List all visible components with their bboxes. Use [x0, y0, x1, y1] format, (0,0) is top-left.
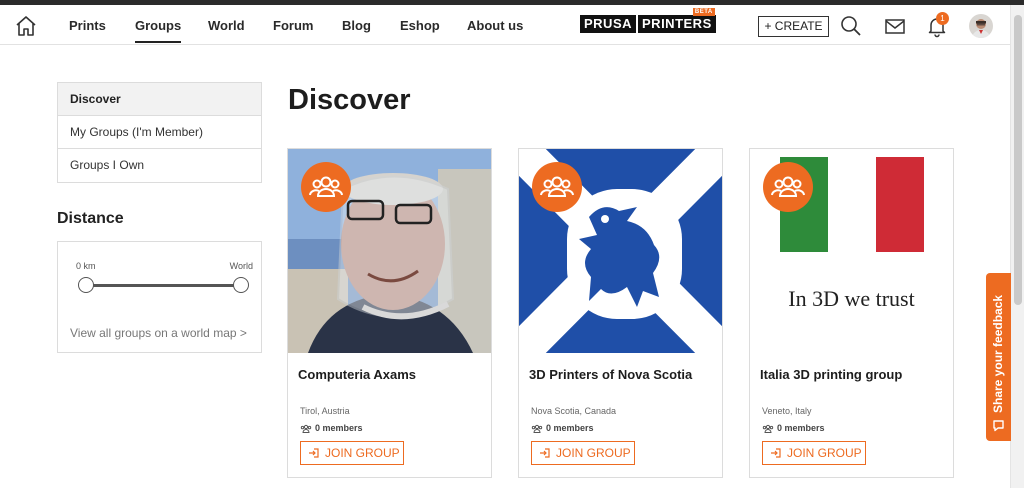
group-location: Nova Scotia, Canada: [531, 406, 617, 416]
distance-filter: 0 km World View all groups on a world ma…: [57, 241, 262, 353]
group-card[interactable]: 3D Printers of Nova Scotia Nova Scotia, …: [518, 148, 723, 478]
page-scrollbar[interactable]: [1010, 5, 1024, 488]
join-group-button[interactable]: JOIN GROUP: [762, 441, 866, 465]
join-group-button[interactable]: JOIN GROUP: [300, 441, 404, 465]
world-map-link[interactable]: View all groups on a world map >: [70, 326, 247, 340]
group-icon: [763, 162, 813, 212]
distance-heading: Distance: [57, 210, 124, 227]
feedback-icon: [993, 420, 1004, 432]
members-icon: [762, 424, 774, 433]
nav-eshop[interactable]: Eshop: [400, 18, 440, 33]
sidebar-item-groups-i-own[interactable]: Groups I Own: [58, 149, 261, 182]
distance-slider-min-handle[interactable]: [78, 277, 94, 293]
feedback-button[interactable]: Share your feedback: [986, 273, 1011, 441]
logo-part-2: PRINTERS BETA: [638, 8, 716, 33]
members-icon: [531, 424, 543, 433]
scrollbar-thumb[interactable]: [1014, 15, 1022, 305]
join-icon: [540, 448, 550, 458]
group-members: 0 members: [531, 423, 594, 433]
join-icon: [309, 448, 319, 458]
groups-side-menu: Discover My Groups (I'm Member) Groups I…: [57, 82, 262, 183]
distance-min-label: 0 km: [76, 261, 96, 271]
logo-part-1: PRUSA: [580, 15, 637, 33]
mail-icon[interactable]: [883, 14, 907, 38]
members-icon: [300, 424, 312, 433]
nav-world[interactable]: World: [208, 18, 245, 33]
feedback-label: Share your feedback: [991, 294, 1005, 413]
sidebar-item-my-groups[interactable]: My Groups (I'm Member): [58, 116, 261, 149]
join-icon: [771, 448, 781, 458]
group-card[interactable]: Computeria Axams Tirol, Austria 0 member…: [287, 148, 492, 478]
nav-about-us[interactable]: About us: [467, 18, 523, 33]
nav-prints[interactable]: Prints: [69, 18, 106, 33]
group-card[interactable]: In 3D we trust Italia 3D printing group …: [749, 148, 954, 478]
group-title[interactable]: Computeria Axams: [298, 367, 416, 382]
page-title: Discover: [288, 84, 411, 116]
group-location: Veneto, Italy: [762, 406, 812, 416]
site-logo[interactable]: PRUSA PRINTERS BETA: [580, 8, 716, 33]
join-group-button[interactable]: JOIN GROUP: [531, 441, 635, 465]
nav-forum[interactable]: Forum: [273, 18, 313, 33]
distance-slider-max-handle[interactable]: [233, 277, 249, 293]
group-title[interactable]: 3D Printers of Nova Scotia: [529, 367, 692, 382]
site-header: Prints Groups World Forum Blog Eshop Abo…: [0, 5, 1010, 45]
group-icon: [301, 162, 351, 212]
sidebar-item-discover[interactable]: Discover: [58, 83, 261, 116]
notification-badge: 1: [936, 12, 949, 25]
group-image-caption: In 3D we trust: [788, 286, 915, 311]
create-button[interactable]: + CREATE: [758, 16, 829, 37]
distance-slider-track[interactable]: [86, 284, 241, 287]
nav-groups[interactable]: Groups: [135, 18, 182, 43]
group-members: 0 members: [300, 423, 363, 433]
group-title[interactable]: Italia 3D printing group: [760, 367, 902, 382]
group-members: 0 members: [762, 423, 825, 433]
avatar[interactable]: [969, 14, 993, 38]
search-icon[interactable]: [839, 14, 863, 38]
beta-badge: BETA: [692, 8, 715, 16]
home-icon[interactable]: [14, 15, 38, 37]
group-location: Tirol, Austria: [300, 406, 350, 416]
distance-max-label: World: [229, 261, 253, 271]
nav-blog[interactable]: Blog: [342, 18, 371, 33]
group-icon: [532, 162, 582, 212]
